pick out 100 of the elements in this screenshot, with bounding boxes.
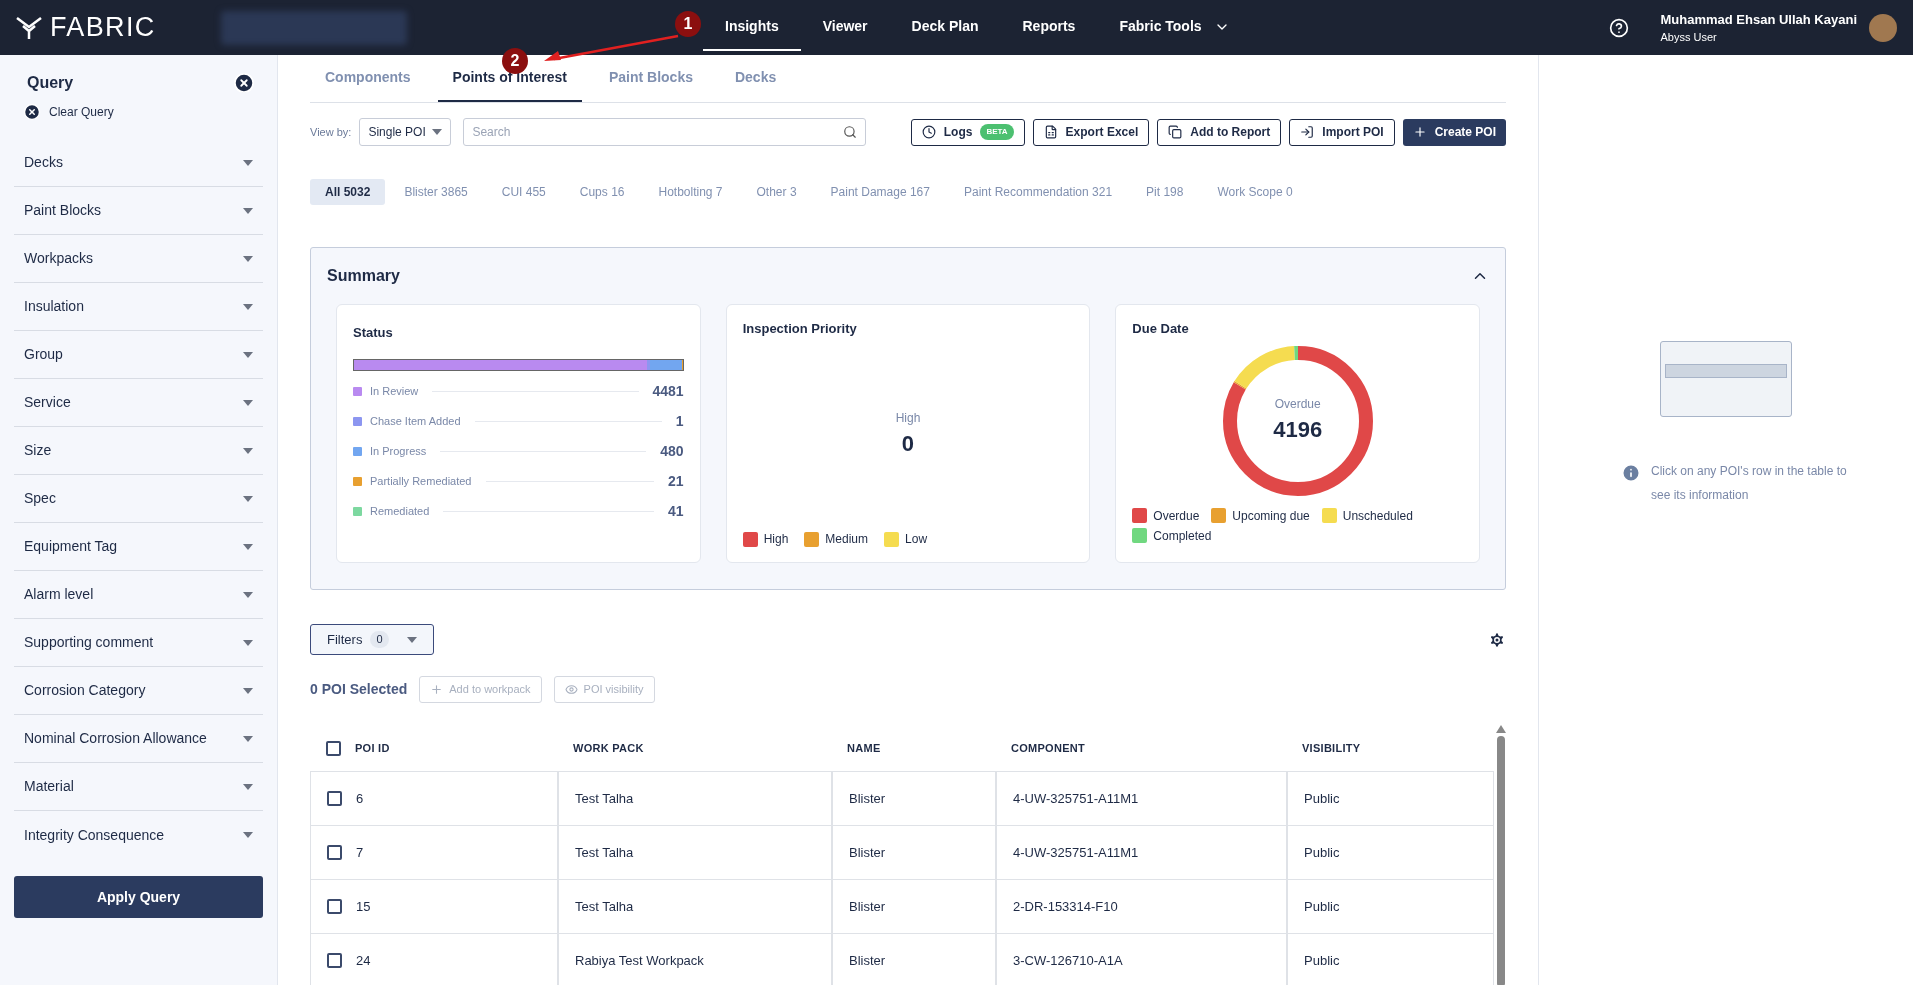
nav-tab[interactable]: Insights xyxy=(703,4,801,51)
checkbox[interactable] xyxy=(327,791,342,806)
search-field[interactable]: Search xyxy=(463,118,867,146)
column-header: POI ID xyxy=(355,740,390,756)
table-cell-text: 2-DR-153314-F10 xyxy=(1013,897,1118,916)
column-header: VISIBILITY xyxy=(1302,740,1361,756)
scroll-up-icon[interactable] xyxy=(1496,725,1506,733)
legend-label: Overdue xyxy=(1153,507,1200,525)
checkbox[interactable] xyxy=(327,845,342,860)
logo-text: FABRIC xyxy=(50,11,156,45)
filter-dropdown[interactable]: Group xyxy=(14,331,263,379)
status-label: In Review xyxy=(370,383,419,399)
status-label: Remediated xyxy=(370,503,430,519)
caret-icon xyxy=(406,636,417,643)
table-cell-text: Blister xyxy=(849,951,886,970)
create-poi-button[interactable]: Create POI xyxy=(1402,118,1506,146)
status-label: Chase Item Added xyxy=(370,413,461,429)
sidebar-title: Query xyxy=(27,73,74,93)
table-cell-text: Public xyxy=(1304,843,1340,862)
filter-dropdown[interactable]: Material xyxy=(14,763,263,811)
caret-icon xyxy=(243,351,253,358)
user-name: Muhammad Ehsan Ullah Kayani xyxy=(1660,10,1857,29)
table-cell-text: 6 xyxy=(356,789,364,808)
caret-icon xyxy=(243,495,253,502)
nav-tab[interactable]: Viewer xyxy=(800,4,890,51)
status-count: 480 xyxy=(660,441,684,461)
filter-dropdown[interactable]: Nominal Corrosion Allowance xyxy=(14,715,263,763)
spreadsheet-icon xyxy=(1043,125,1058,139)
table-cell-text: Blister xyxy=(849,843,886,862)
help-icon[interactable] xyxy=(1608,17,1629,38)
filter-dropdown[interactable]: Insulation xyxy=(14,283,263,331)
nav-tab[interactable]: Reports xyxy=(1000,4,1098,51)
user-role: Abyss User xyxy=(1660,30,1718,45)
table-cell-text: Test Talha xyxy=(575,897,634,916)
caret-icon xyxy=(243,207,253,214)
avatar[interactable] xyxy=(1869,13,1897,42)
center-value: 4196 xyxy=(1273,416,1323,444)
table-cell-text: 3-CW-126710-A1A xyxy=(1013,951,1123,970)
table-cell-text: Test Talha xyxy=(575,843,634,862)
table-cell-text: 4-UW-325751-A11M1 xyxy=(1013,843,1139,862)
summary-title: Summary xyxy=(327,266,400,286)
export-excel-button[interactable]: Export Excel xyxy=(1032,118,1150,146)
center-label: Overdue xyxy=(1274,396,1321,413)
clear-icon xyxy=(23,103,41,121)
filter-dropdown[interactable]: Corrosion Category xyxy=(14,667,263,715)
clock-icon xyxy=(921,125,936,139)
column-header: WORK PACK xyxy=(573,740,644,756)
info-icon xyxy=(1621,463,1641,483)
apply-query-button[interactable]: Apply Query xyxy=(14,876,263,918)
checkbox[interactable] xyxy=(327,953,342,968)
checkbox[interactable] xyxy=(326,740,341,756)
filter-dropdown[interactable]: Integrity Consequence xyxy=(14,811,263,859)
table-cell-text: Public xyxy=(1304,951,1340,970)
checkbox[interactable] xyxy=(327,899,342,914)
nav-tab[interactable]: Deck Plan xyxy=(889,4,1001,51)
filter-dropdown[interactable]: Alarm level xyxy=(14,571,263,619)
close-icon[interactable] xyxy=(233,72,255,94)
status-count: 4481 xyxy=(652,381,684,401)
add-to-report-button[interactable]: Add to Report xyxy=(1157,118,1282,146)
filter-dropdown[interactable]: Service xyxy=(14,379,263,427)
view-by-dropdown[interactable]: Single POI xyxy=(359,118,452,146)
table-cell-text: Public xyxy=(1304,897,1340,916)
hint-text: Click on any POI's row in the table to see its information xyxy=(1651,463,1848,504)
column-header: NAME xyxy=(847,740,881,756)
legend-label: Low xyxy=(905,531,928,548)
logo-icon xyxy=(16,16,42,39)
caret-icon xyxy=(243,303,253,310)
table-cell-text: Blister xyxy=(849,789,886,808)
filter-dropdown[interactable]: Spec xyxy=(14,475,263,523)
status-label: Partially Remediated xyxy=(370,473,472,489)
filter-dropdown[interactable]: Supporting comment xyxy=(14,619,263,667)
filter-dropdown[interactable]: Equipment Tag xyxy=(14,523,263,571)
plus-icon xyxy=(430,683,444,696)
status-count: 1 xyxy=(675,411,684,431)
filter-dropdown[interactable]: Workpacks xyxy=(14,235,263,283)
clear-query-button[interactable]: Clear Query xyxy=(23,103,263,121)
settings-icon[interactable] xyxy=(1488,630,1506,649)
caret-icon xyxy=(243,447,253,454)
filter-dropdown[interactable]: Decks xyxy=(14,139,263,187)
status-label: In Progress xyxy=(370,443,427,459)
table-cell-text: Rabiya Test Workpack xyxy=(575,951,704,970)
filter-dropdown[interactable]: Size xyxy=(14,427,263,475)
legend-label: Completed xyxy=(1153,527,1212,545)
legend-label: Medium xyxy=(825,531,869,548)
legend-label: Unscheduled xyxy=(1342,507,1413,525)
caret-icon xyxy=(432,129,443,135)
logs-button[interactable]: Logs BETA xyxy=(910,118,1025,146)
table-cell-text: 7 xyxy=(356,843,364,862)
nav-tab[interactable]: Fabric Tools xyxy=(1097,4,1252,51)
table-cell-text: Test Talha xyxy=(575,789,634,808)
legend-label: High xyxy=(763,531,789,548)
status-count: 41 xyxy=(668,501,684,521)
search-input[interactable]: Search xyxy=(472,123,844,141)
category-chip[interactable]: All 5032 xyxy=(310,179,386,205)
center-value: 0 xyxy=(901,429,915,458)
copy-icon xyxy=(1168,125,1183,139)
filters-dropdown[interactable]: Filters 0 xyxy=(310,624,434,655)
filter-dropdown[interactable]: Paint Blocks xyxy=(14,187,263,235)
import-poi-button[interactable]: Import POI xyxy=(1289,118,1395,146)
caret-icon xyxy=(243,735,253,742)
